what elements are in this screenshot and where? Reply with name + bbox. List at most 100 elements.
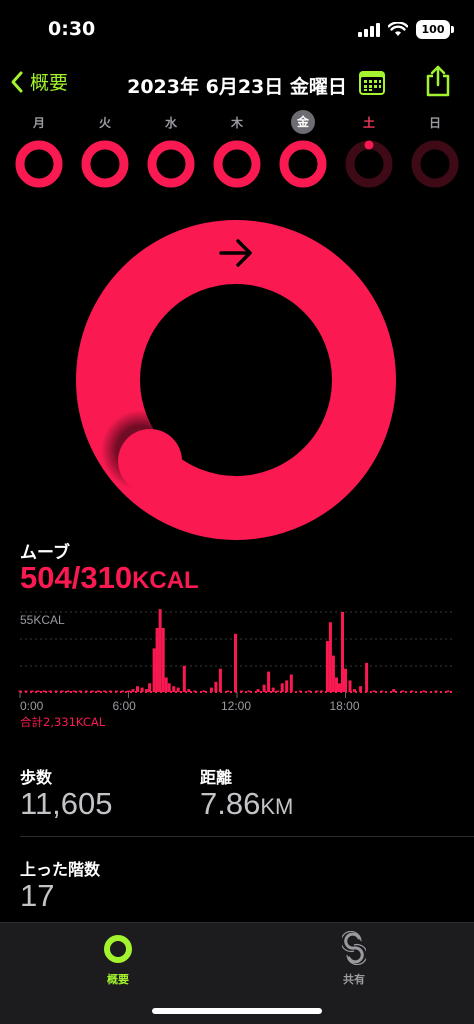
- chart-bar: [365, 662, 369, 692]
- activity-rings-icon: [104, 935, 132, 963]
- distance-number: 7.86: [200, 786, 261, 821]
- day-4[interactable]: 金: [273, 110, 333, 200]
- day-label-text: 水: [164, 116, 177, 130]
- status-icons: 100: [358, 20, 454, 39]
- day-0[interactable]: 月: [9, 110, 69, 200]
- day-label-text: 月: [32, 116, 45, 130]
- sharing-icon: [340, 930, 368, 966]
- chart-bar: [72, 690, 76, 692]
- day-move-ring: [411, 140, 459, 188]
- chart-bar: [267, 671, 271, 692]
- day-6[interactable]: 日: [405, 110, 465, 200]
- chart-bar: [164, 677, 168, 692]
- chart-bar: [96, 690, 100, 692]
- chart-x-tick-label: 6:00: [113, 699, 137, 713]
- day-move-ring: [213, 140, 261, 188]
- chart-bar: [36, 690, 40, 692]
- distance-value: 7.86KM: [200, 786, 293, 822]
- chart-bar: [271, 687, 275, 692]
- share-button[interactable]: [423, 64, 453, 98]
- chart-bar: [335, 677, 338, 692]
- chart-bar: [161, 628, 165, 692]
- move-value-unit: KCAL: [132, 567, 199, 594]
- nav-bar: 概要 2023年 6月23日 金曜日: [0, 60, 474, 108]
- chart-bar: [193, 690, 197, 692]
- chart-bar: [131, 689, 135, 692]
- battery-indicator: 100: [416, 20, 454, 39]
- calendar-icon: [359, 71, 385, 95]
- wifi-icon: [388, 22, 408, 36]
- chart-bar: [48, 690, 52, 692]
- chart-bar: [338, 683, 341, 692]
- chart-bar: [262, 684, 266, 692]
- chart-bar: [392, 689, 396, 692]
- day-label: 木: [207, 114, 267, 131]
- chart-bar: [240, 690, 243, 692]
- chart-bar: [140, 687, 144, 692]
- chart-x-tick-label: 18:00: [330, 699, 360, 713]
- chart-x-tick-label: 0:00: [20, 699, 44, 713]
- chart-bar: [328, 622, 332, 692]
- chart-bar: [30, 690, 34, 692]
- chart-bar: [90, 690, 94, 692]
- day-move-ring: [345, 140, 393, 188]
- chart-bar: [127, 690, 130, 692]
- day-3[interactable]: 木: [207, 110, 267, 200]
- floors-value: 17: [20, 878, 55, 913]
- chart-bar: [446, 690, 450, 692]
- calendar-button[interactable]: [357, 68, 387, 98]
- chart-bar: [136, 686, 139, 692]
- tab-summary[interactable]: 概要: [58, 929, 178, 987]
- tab-sharing[interactable]: 共有: [294, 929, 414, 987]
- day-label: 金: [273, 110, 333, 134]
- chart-bar: [348, 680, 352, 692]
- chart-bar: [410, 690, 414, 692]
- chart-bar: [380, 690, 384, 692]
- chart-bar: [325, 641, 329, 692]
- chart-bar: [187, 689, 191, 692]
- chart-bar: [42, 690, 46, 692]
- chart-y-max-label: 55KCAL: [20, 613, 65, 627]
- chart-bar: [54, 690, 58, 692]
- week-strip: 月 火 水 木金土 日: [0, 110, 474, 200]
- chart-bar: [226, 690, 230, 692]
- page-title: 2023年 6月23日 金曜日: [127, 76, 347, 98]
- move-value-number: 504/310: [20, 560, 133, 595]
- chart-bar: [276, 690, 280, 692]
- chart-bar: [155, 628, 159, 692]
- day-2[interactable]: 水: [141, 110, 201, 200]
- chart-x-tick-label: 12:00: [221, 699, 251, 713]
- chart-bar: [60, 690, 64, 692]
- chart-bar: [66, 690, 70, 692]
- chart-bar: [176, 687, 180, 692]
- chart-bar: [145, 689, 149, 692]
- day-label: 月: [9, 114, 69, 131]
- chart-bar: [315, 690, 319, 692]
- chart-bar: [167, 683, 171, 692]
- home-indicator: [152, 1008, 322, 1014]
- steps-value: 11,605: [20, 786, 113, 821]
- chart-bar: [353, 689, 356, 692]
- chart-bar: [256, 689, 260, 692]
- chart-bar: [114, 690, 118, 692]
- distance-label: 距離: [200, 768, 233, 787]
- chart-bar: [298, 690, 302, 692]
- day-move-ring: [15, 140, 63, 188]
- chart-bar: [247, 690, 251, 692]
- chart-bar: [341, 612, 344, 692]
- chart-bar: [24, 690, 28, 692]
- day-label-text: 日: [428, 116, 441, 130]
- chart-bar: [280, 683, 284, 692]
- chart-bar: [285, 680, 289, 692]
- chart-bar: [234, 633, 237, 692]
- chart-bar: [307, 690, 311, 692]
- chart-bar: [344, 668, 347, 692]
- chart-bar: [401, 690, 405, 692]
- chart-bar: [121, 690, 124, 692]
- chart-bar: [372, 690, 376, 692]
- day-1[interactable]: 火: [75, 110, 135, 200]
- day-5[interactable]: 土: [339, 110, 399, 200]
- distance-unit: KM: [260, 794, 294, 819]
- chart-bar: [289, 674, 293, 692]
- status-bar: 0:30 100: [0, 0, 474, 60]
